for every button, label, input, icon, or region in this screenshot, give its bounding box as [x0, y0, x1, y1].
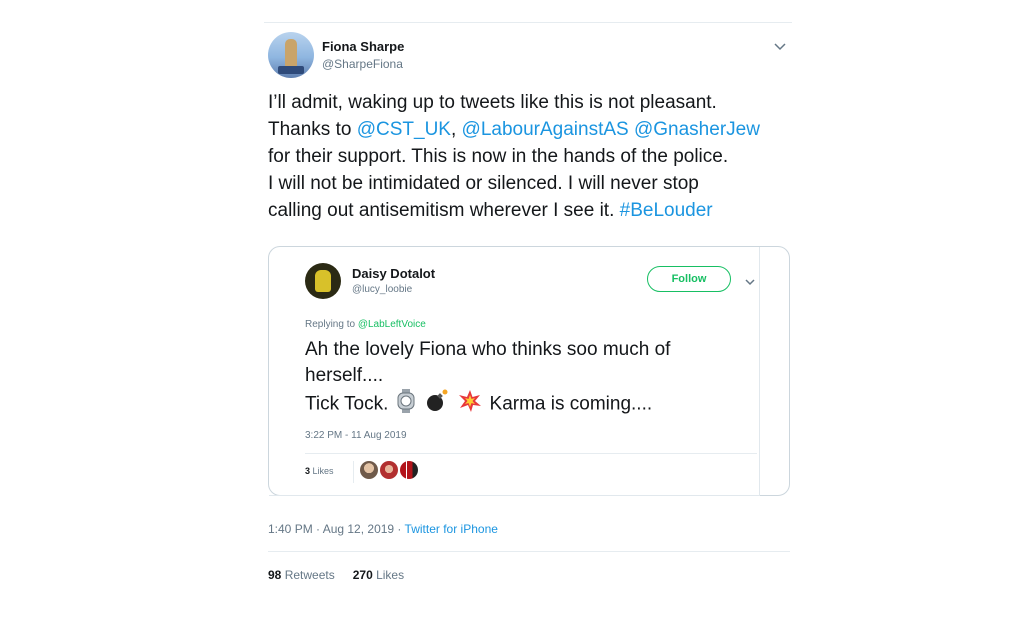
- tweet-text-fragment: calling out antisemitism wherever I see …: [268, 200, 620, 221]
- tweet-text-fragment: Thanks to: [268, 119, 357, 140]
- quoted-line: herself....: [305, 365, 384, 386]
- mention-link[interactable]: @LabourAgainstAS: [462, 119, 629, 140]
- quoted-author-name[interactable]: Daisy Dotalot: [352, 266, 435, 281]
- likes-count: 270: [352, 568, 373, 582]
- tweet-source-link[interactable]: Twitter for iPhone: [405, 522, 498, 536]
- likes-separator: [353, 461, 354, 483]
- quoted-text-fragment: Karma is coming....: [489, 393, 653, 415]
- retweets-count: 98: [268, 568, 282, 582]
- tweet-stats: 98 Retweets 270 Likes: [268, 568, 404, 582]
- author-handle[interactable]: @SharpeFiona: [322, 57, 403, 71]
- stats-divider: [268, 551, 790, 552]
- liker-avatar[interactable]: [380, 461, 398, 479]
- likes-label: Likes: [372, 568, 405, 582]
- tweet-text: I’ll admit, waking up to tweets like thi…: [268, 89, 798, 224]
- chevron-down-icon[interactable]: [743, 275, 757, 289]
- retweets-label: Retweets: [281, 568, 335, 582]
- quoted-likes[interactable]: 3 Likes: [305, 466, 334, 476]
- tweet-text-fragment: ,: [450, 119, 462, 140]
- mention-link[interactable]: @GnasherJew: [634, 119, 760, 140]
- chevron-down-icon[interactable]: [772, 38, 788, 54]
- reply-mention-link[interactable]: @LabLeftVoice: [358, 319, 426, 330]
- quoted-timestamp[interactable]: 3:22 PM - 11 Aug 2019: [305, 430, 407, 441]
- avatar[interactable]: [268, 32, 314, 78]
- quoted-divider: [305, 453, 757, 454]
- raised-fist-image: [315, 270, 331, 292]
- retweets-stat[interactable]: 98 Retweets: [268, 568, 335, 582]
- hashtag-link[interactable]: #BeLouder: [620, 200, 713, 221]
- top-divider: [264, 22, 792, 23]
- mention-link[interactable]: @CST_UK: [357, 119, 451, 140]
- bomb-icon: [425, 389, 449, 420]
- quoted-text: Ah the lovely Fiona who thinks soo much …: [305, 337, 755, 420]
- avatar-base: [278, 66, 304, 74]
- quoted-avatar[interactable]: [305, 263, 341, 299]
- quoted-line: Tick Tock. Karma is coming....: [305, 389, 755, 420]
- tweet-line: for their support. This is now in the ha…: [268, 146, 729, 167]
- quoted-line: Ah the lovely Fiona who thinks soo much …: [305, 339, 671, 360]
- tweet-line: calling out antisemitism wherever I see …: [268, 197, 798, 224]
- author-name[interactable]: Fiona Sharpe: [322, 39, 404, 54]
- embedded-tweet-card: Daisy Dotalot @lucy_loobie Follow Replyi…: [269, 247, 760, 496]
- tweet-line: I’ll admit, waking up to tweets like thi…: [268, 92, 717, 113]
- quoted-tweet[interactable]: Daisy Dotalot @lucy_loobie Follow Replyi…: [268, 246, 790, 496]
- liker-avatar[interactable]: [360, 461, 378, 479]
- likes-stat[interactable]: 270 Likes: [353, 568, 404, 582]
- tweet-line: I will not be intimidated or silenced. I…: [268, 173, 699, 194]
- liker-avatar[interactable]: [400, 461, 418, 479]
- tweet-timestamp[interactable]: 1:40 PM · Aug 12, 2019 ·: [268, 522, 405, 536]
- liker-avatars: [360, 461, 418, 481]
- quoted-author-handle[interactable]: @lucy_loobie: [352, 284, 412, 295]
- replying-prefix: Replying to: [305, 319, 358, 330]
- tweet-meta: 1:40 PM · Aug 12, 2019 · Twitter for iPh…: [268, 522, 498, 536]
- quoted-text-fragment: Tick Tock.: [305, 393, 389, 415]
- quoted-likes-label: Likes: [310, 466, 334, 476]
- tweet-line: Thanks to @CST_UK, @LabourAgainstAS @Gna…: [268, 116, 798, 143]
- replying-to: Replying to @LabLeftVoice: [305, 319, 426, 330]
- collision-icon: [458, 389, 482, 420]
- follow-button[interactable]: Follow: [647, 266, 731, 292]
- watch-icon: [396, 389, 416, 420]
- avatar-figure: [285, 39, 297, 69]
